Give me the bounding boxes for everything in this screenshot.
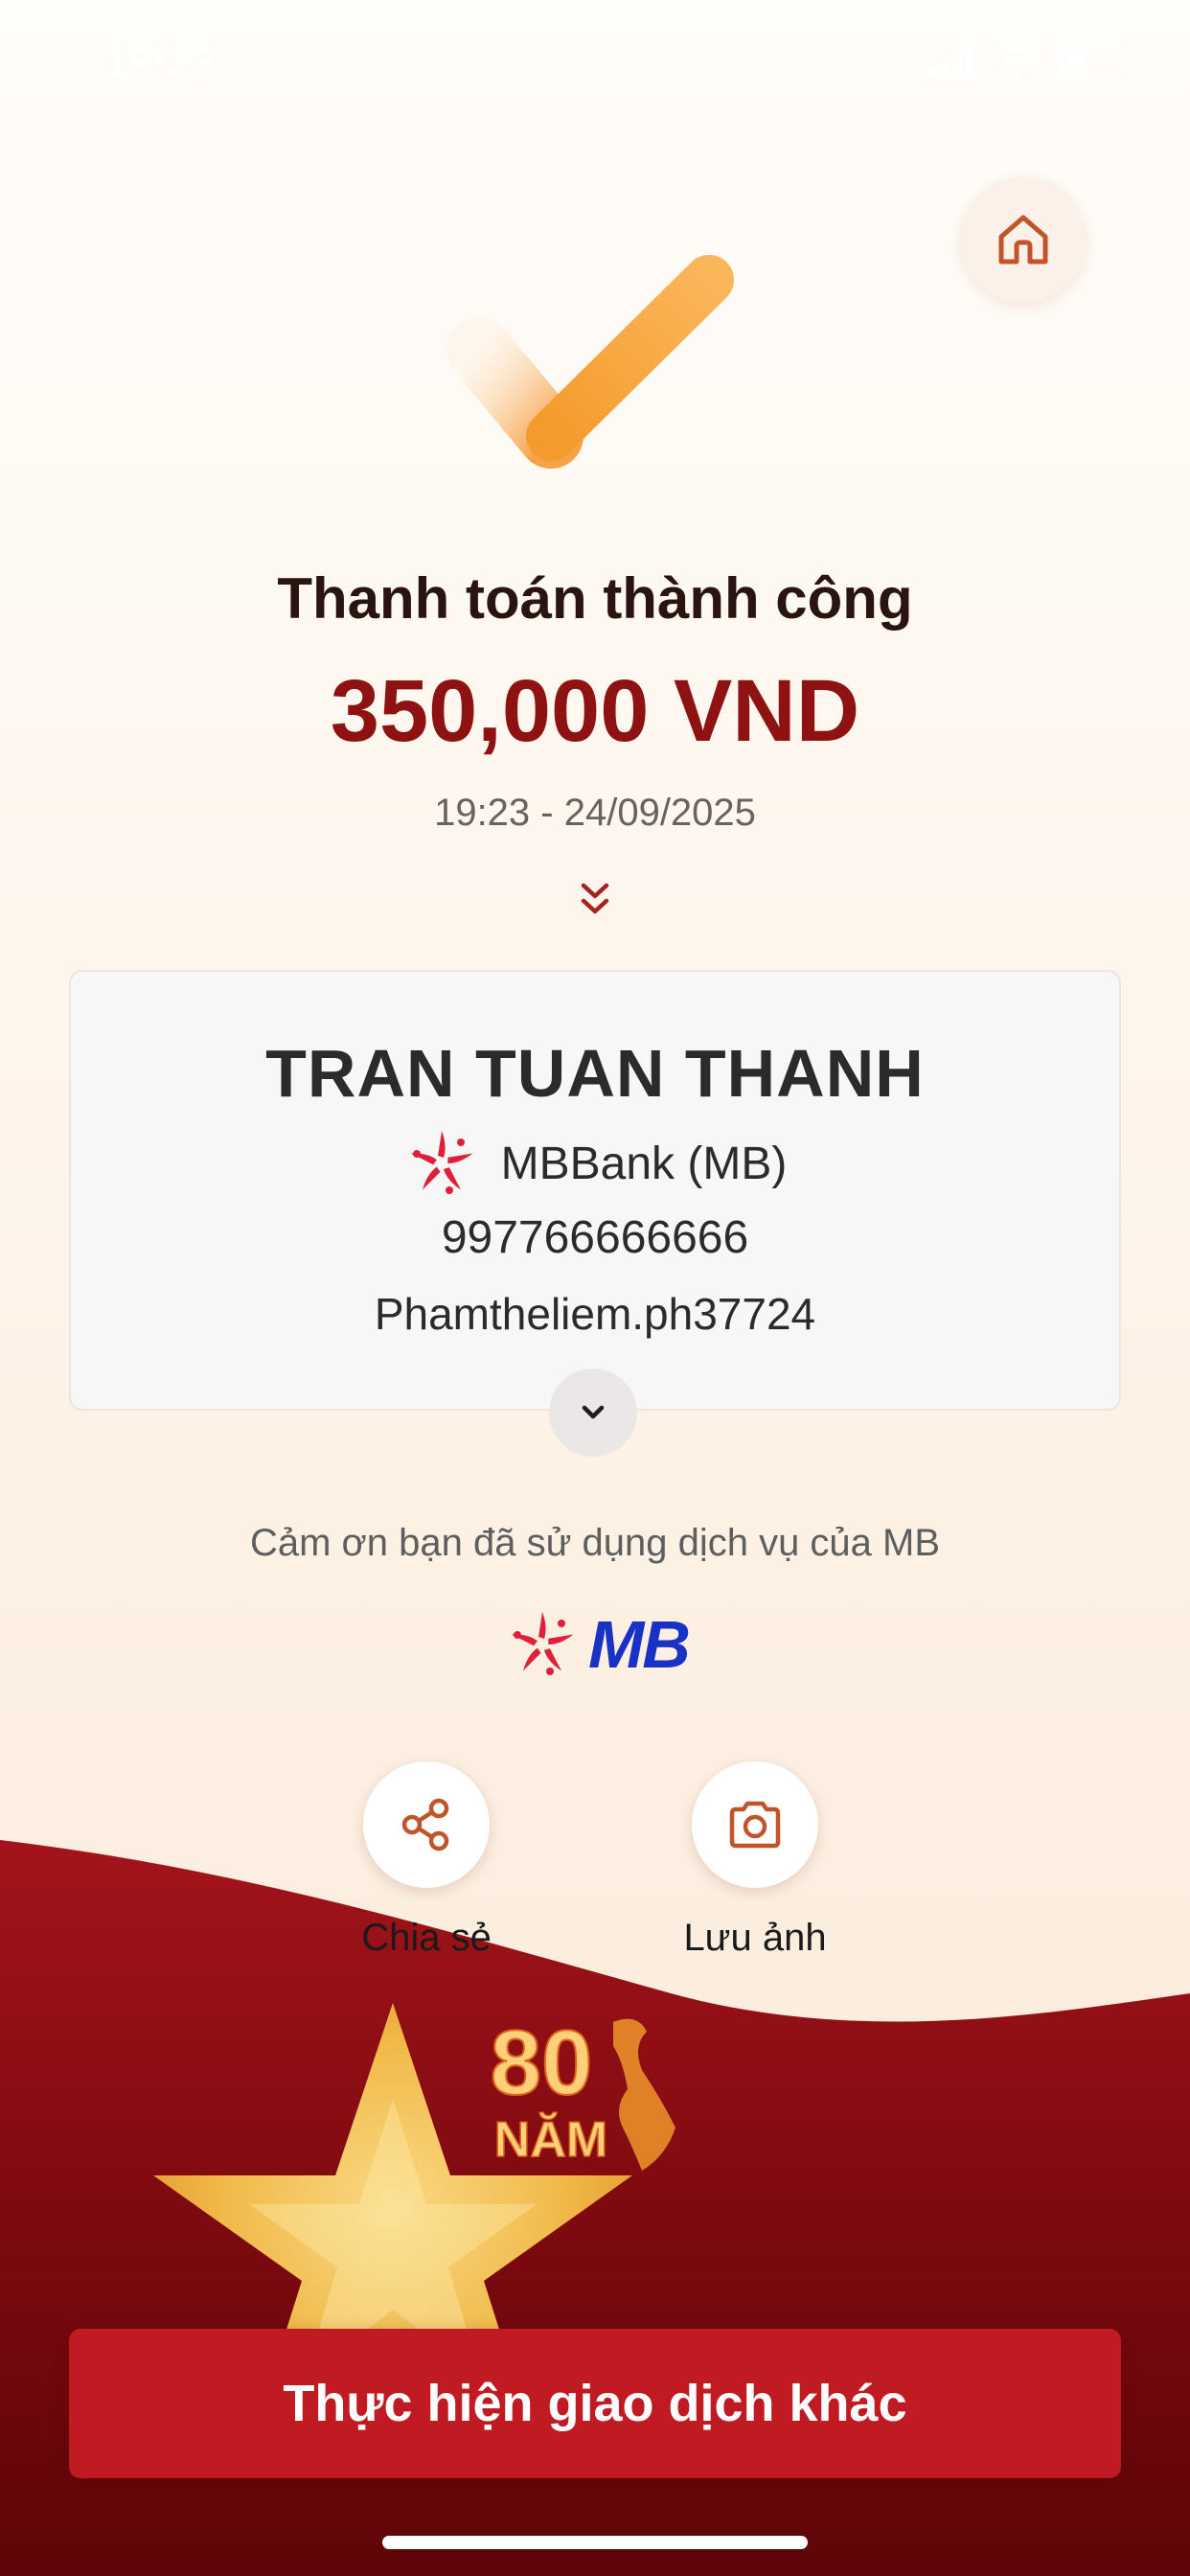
wifi-icon [995, 45, 1039, 77]
vietnam-map-shape [613, 2018, 675, 2171]
account-number: 997766666666 [441, 1212, 749, 1263]
cellular-signal-icon [928, 44, 973, 79]
banner-number: 80 [491, 2012, 593, 2114]
double-chevron-down-icon[interactable] [575, 880, 615, 920]
mb-logo-text: MB [588, 1607, 691, 1682]
camera-icon [729, 1801, 781, 1849]
status-time: 19:23 [103, 37, 217, 87]
payment-amount: 350,000 VND [330, 662, 860, 760]
save-image-button[interactable] [692, 1761, 818, 1888]
mbbank-star-logo-icon [410, 1131, 472, 1194]
status-bar: 19:23 [0, 0, 1190, 125]
save-image-label: Lưu ảnh [683, 1917, 827, 1959]
chevron-down-icon [582, 1405, 605, 1419]
bank-row: MBBank (MB) [71, 1125, 1119, 1202]
share-action[interactable]: Chia sẻ [321, 1761, 532, 1960]
share-button[interactable] [363, 1761, 490, 1888]
transfer-content: Phamtheliem.ph37724 [374, 1289, 816, 1339]
80-years-badge: 80 NĂM [490, 2011, 675, 2171]
new-transaction-button[interactable]: Thực hiện giao dịch khác [69, 2329, 1121, 2478]
recipient-card: TRAN TUAN THANH MBBank (MB) 997766666666… [69, 970, 1121, 1411]
home-indicator [382, 2536, 808, 2549]
status-icons [928, 44, 1123, 79]
share-label: Chia sẻ [361, 1917, 492, 1959]
home-button[interactable] [960, 176, 1087, 303]
payment-status-title: Thanh toán thành công [277, 566, 913, 631]
mb-star-logo-icon [511, 1612, 574, 1675]
recipient-name: TRAN TUAN THANH [265, 1036, 925, 1111]
share-icon [401, 1798, 449, 1852]
banner-word: NĂM [494, 2112, 607, 2168]
battery-icon [1060, 46, 1123, 77]
home-icon [998, 215, 1048, 264]
checkmark-icon [446, 255, 734, 469]
save-image-action[interactable]: Lưu ảnh [650, 1761, 860, 1960]
bank-name: MBBank (MB) [500, 1138, 788, 1189]
card-expand-button[interactable] [549, 1368, 637, 1457]
thanks-message: Cảm ơn bạn đã sử dụng dịch vụ của MB [249, 1522, 941, 1564]
mb-logo: MB [504, 1606, 691, 1683]
payment-datetime: 19:23 - 24/09/2025 [434, 792, 756, 834]
